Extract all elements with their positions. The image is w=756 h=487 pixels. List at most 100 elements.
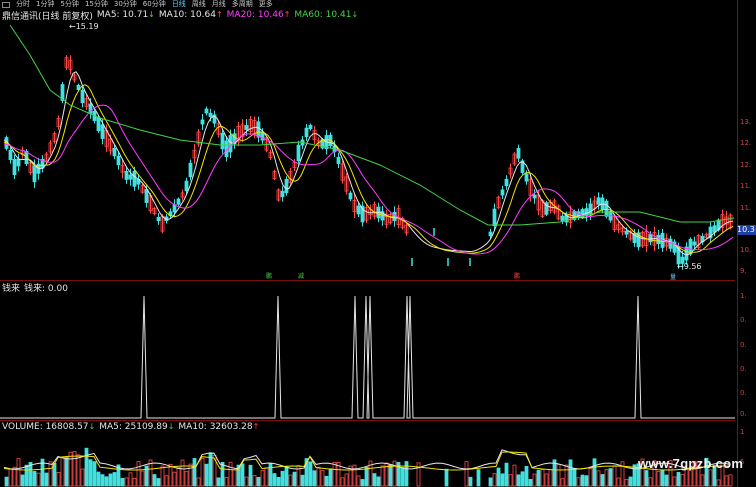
volume-bar (612, 465, 617, 487)
candle-body (100, 124, 105, 139)
volume-bar (340, 477, 345, 487)
panel-divider (0, 280, 735, 281)
volume-bar (608, 468, 613, 487)
volume-bar (36, 472, 41, 487)
y-tick: 0. (740, 365, 747, 373)
volume-bar (560, 478, 565, 487)
volume-legend: VOLUME: 16808.57↓ MA5: 25109.89↓ MA10: 3… (2, 421, 259, 433)
volume-bar (300, 474, 305, 487)
volume-bar (332, 461, 337, 487)
volume-bar (252, 475, 257, 487)
volume-ma5-value: MA5: 25109.89↓ (99, 422, 175, 432)
volume-bar (188, 463, 193, 487)
volume-bar (172, 471, 177, 487)
volume-bar (528, 479, 533, 487)
volume-bar (240, 463, 245, 487)
volume-bar (600, 474, 605, 487)
volume-bar (104, 476, 109, 487)
candle-body (176, 198, 181, 205)
volume-bar (132, 477, 137, 487)
ma60-line (9, 24, 735, 226)
volume-bar (308, 461, 313, 487)
volume-bar (56, 472, 61, 487)
volume-bar (224, 476, 229, 487)
candle-body (604, 200, 609, 217)
volume-bar (108, 473, 113, 487)
candle-body (12, 158, 17, 176)
candle-body (348, 192, 353, 200)
volume-bar (120, 478, 125, 487)
indicator-line (0, 295, 735, 419)
volume-bar (492, 473, 497, 487)
candle-body (488, 231, 493, 237)
candle-body (32, 165, 37, 183)
volume-bar (264, 467, 269, 487)
candle-body (304, 127, 309, 138)
candle-body (692, 241, 697, 246)
volume-bar (596, 470, 601, 487)
volume-bar (580, 474, 585, 487)
volume-bar (24, 464, 29, 487)
y-tick: 9. (740, 267, 747, 275)
candle-body (308, 124, 313, 130)
volume-bar (572, 468, 577, 487)
volume-bar (76, 454, 81, 487)
candle-body (492, 208, 497, 227)
volume-bar (160, 465, 165, 487)
ma5-line (3, 71, 734, 256)
candle-body (124, 170, 129, 180)
volume-bar (32, 471, 37, 487)
volume-bar (632, 464, 637, 487)
volume-bar (168, 463, 173, 487)
volume-bar (244, 476, 249, 487)
volume-bar (644, 470, 649, 487)
volume-bar (684, 469, 689, 487)
volume-bar (404, 461, 409, 487)
candle-body (668, 238, 673, 249)
candle-body (336, 156, 341, 164)
candle-body (116, 155, 121, 166)
volume-bar (92, 461, 97, 487)
volume-bar (140, 470, 145, 487)
volume-bar (500, 473, 505, 487)
volume-bar (592, 458, 597, 487)
volume-bar (388, 464, 393, 487)
candle-body (504, 178, 509, 187)
volume-ma10-value: MA10: 32603.28↑ (178, 422, 260, 432)
volume-bar (152, 474, 157, 487)
candle-body (8, 149, 13, 161)
volume-bar (196, 477, 201, 487)
y-tick: 10. (740, 246, 752, 254)
volume-bar (564, 464, 569, 487)
kline-chart[interactable] (0, 0, 756, 487)
volume-bar (728, 474, 733, 487)
signal-marker: 鹏 (266, 273, 273, 280)
candle-body (184, 180, 189, 192)
y-tick: 11. (740, 204, 752, 212)
volume-bar (376, 476, 381, 487)
volume-bar (8, 468, 13, 487)
volume-bar (320, 470, 325, 487)
volume-bar (536, 469, 541, 487)
volume-ma5-arrow-icon: ↓ (167, 422, 175, 431)
volume-bar (128, 472, 133, 487)
volume-bar (516, 474, 521, 487)
volume-bar (512, 464, 517, 487)
volume-bar (464, 461, 469, 487)
volume-bar (444, 468, 449, 487)
y-tick: 0. (740, 316, 747, 324)
volume-bar (532, 473, 537, 487)
candle-body (392, 211, 397, 222)
candle-body (560, 215, 565, 222)
indicator-value: 钱来: 0.00 (24, 283, 68, 294)
volume-bar (556, 463, 561, 487)
volume-bar (68, 451, 73, 487)
volume-bar (228, 461, 233, 487)
candle-body (296, 144, 301, 162)
candle-body (228, 135, 233, 153)
indicator-legend: 钱来 钱来: 0.00 (2, 281, 68, 294)
candle-body (80, 89, 85, 104)
candle-body (144, 189, 149, 203)
volume-bar (616, 477, 621, 487)
volume-bar (292, 471, 297, 487)
